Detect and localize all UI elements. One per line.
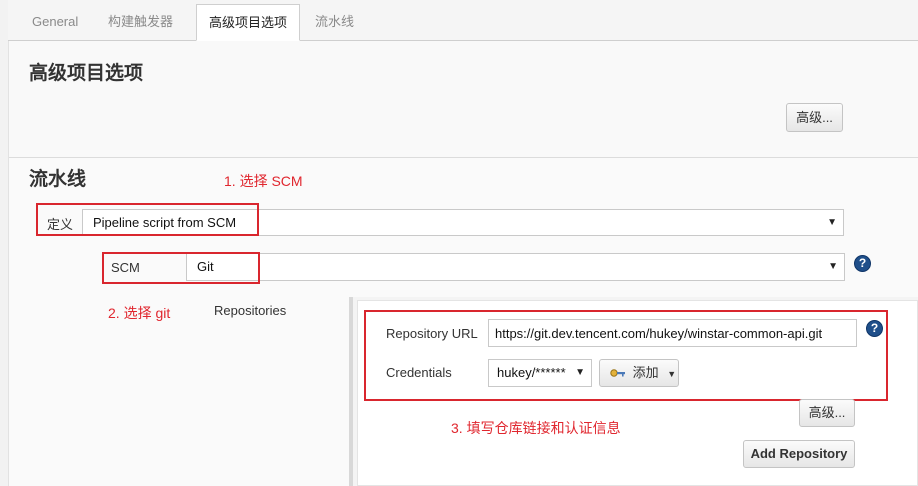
highlight-scm [102,252,260,284]
tab-general[interactable]: General [20,4,90,39]
add-repository-button[interactable]: Add Repository [743,440,855,468]
pipeline-title: 流水线 [29,169,87,190]
annotation-step3: 3. 填写仓库链接和认证信息 [451,420,621,436]
annotation-step1: 1. 选择 SCM [224,173,303,189]
repository-advanced-button[interactable]: 高级... [799,399,855,427]
annotation-step2: 2. 选择 git [108,305,171,321]
chevron-down-icon: ▼ [827,217,837,228]
tab-advanced-options[interactable]: 高级项目选项 [196,4,301,41]
tab-build-triggers[interactable]: 构建触发器 [96,4,185,39]
highlight-repository [364,310,888,401]
advanced-options-section [9,41,918,158]
help-icon[interactable]: ? [854,255,871,272]
scm-select[interactable]: Git ▼ [186,253,845,281]
chevron-down-icon: ▼ [828,261,838,272]
advanced-button[interactable]: 高级... [786,103,843,132]
repositories-label: Repositories [214,303,287,318]
highlight-definition [36,203,259,236]
left-gutter [0,0,9,486]
advanced-options-title: 高级项目选项 [29,63,144,84]
tab-pipeline[interactable]: 流水线 [303,4,366,39]
